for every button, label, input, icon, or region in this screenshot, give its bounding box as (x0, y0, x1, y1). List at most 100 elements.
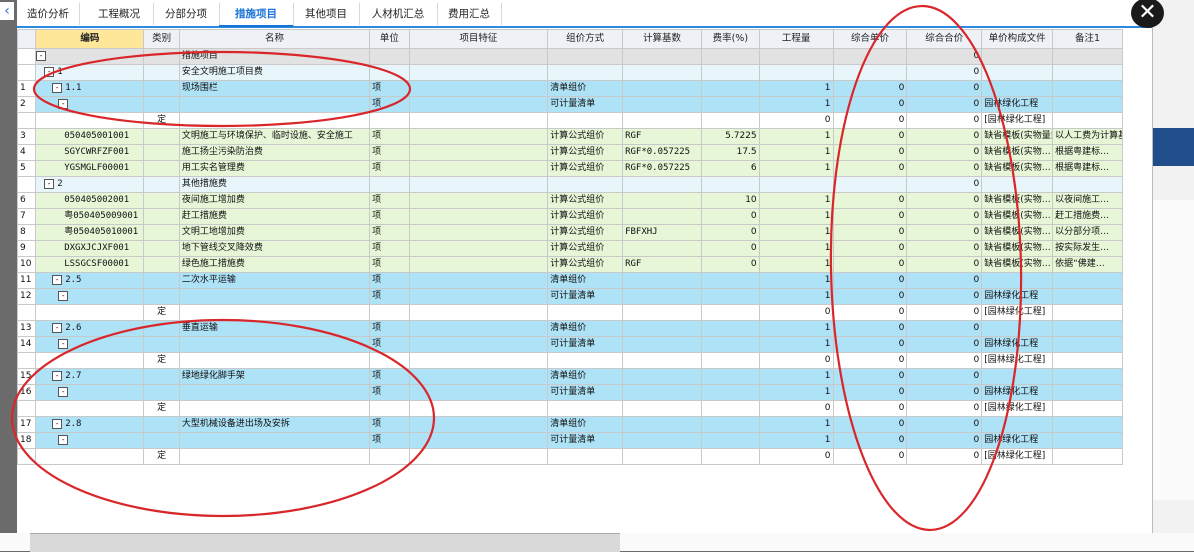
cell-qty[interactable]: 1 (758, 144, 834, 161)
table-row[interactable]: 18- 项可计量清单 1 0 0 园林绿化工程 (16, 432, 1123, 449)
cell-file[interactable]: 缺省模板(实物量或计算公式组价) (981, 128, 1054, 145)
cell-file[interactable]: 园林绿化工程 (981, 336, 1054, 353)
cell-method[interactable] (547, 48, 624, 65)
cell-uprice[interactable]: 0 (832, 304, 908, 321)
cell-qty[interactable]: 0 (758, 112, 834, 129)
cell-total[interactable]: 0 (906, 176, 983, 193)
cell-total[interactable]: 0 (906, 160, 983, 177)
cell-method[interactable]: 计算公式组价 (547, 224, 624, 241)
cell-qty[interactable]: 0 (758, 448, 834, 465)
cell-total[interactable]: 0 (906, 384, 983, 401)
cell-qty[interactable]: 1 (758, 384, 834, 401)
tab-5[interactable]: 人材机汇总 (359, 3, 438, 25)
cell-rate[interactable]: 10 (700, 192, 760, 209)
cell-rate[interactable] (700, 384, 760, 401)
table-row[interactable]: 14- 项可计量清单 1 0 0 园林绿化工程 (16, 336, 1123, 353)
cell-unit[interactable]: 项 (369, 208, 410, 225)
cell-base[interactable] (622, 400, 702, 417)
cell-unit[interactable]: 项 (369, 272, 410, 289)
table-row[interactable]: 8 粤050405010001 文明工地增加费项计算公式组价 FBFXHJ 0 1 0 0 缺省… (16, 224, 1123, 241)
cell-rate[interactable] (700, 80, 760, 97)
cell-total[interactable]: 0 (906, 336, 983, 353)
cell-code[interactable]: 050405002001 (35, 192, 145, 209)
cell-cat[interactable] (143, 128, 180, 145)
tab-3[interactable]: 措施项目 (219, 3, 294, 27)
cell-code[interactable]: YGSMGLF00001 (35, 160, 145, 177)
cell-uprice[interactable]: 0 (832, 416, 908, 433)
cell-rate[interactable]: 0 (700, 256, 760, 273)
collapse-toggle-icon[interactable]: - (52, 274, 63, 285)
cell-name[interactable] (178, 400, 371, 417)
cell-uprice[interactable]: 0 (832, 80, 908, 97)
cell-qty[interactable]: 1 (758, 80, 834, 97)
cell-uprice[interactable]: 0 (832, 240, 908, 257)
table-row[interactable]: 定 0 0 0 [园林绿化工程] (16, 400, 1123, 417)
cell-feat[interactable] (408, 368, 549, 385)
cell-uprice[interactable]: 0 (832, 160, 908, 177)
cell-unit[interactable]: 项 (369, 432, 410, 449)
cell-method[interactable] (547, 64, 624, 81)
cell-qty[interactable]: 1 (758, 208, 834, 225)
cell-qty[interactable]: 1 (758, 160, 834, 177)
cell-qty[interactable]: 1 (758, 368, 834, 385)
cell-note[interactable] (1052, 48, 1123, 65)
cell-qty[interactable]: 0 (758, 304, 834, 321)
col-header[interactable]: 计算基数 (622, 29, 702, 49)
cell-total[interactable]: 0 (906, 224, 983, 241)
cell-cat[interactable] (143, 208, 180, 225)
chevron-left-icon[interactable]: ‹ (0, 2, 14, 20)
table-row[interactable]: 9 DXGXJCJXF001 地下管线交叉降效费项计算公式组价 0 1 0 0 缺省模板(实物… (16, 240, 1123, 257)
cell-uprice[interactable]: 0 (832, 144, 908, 161)
cell-code[interactable]: - (35, 288, 145, 305)
cell-note[interactable] (1052, 112, 1123, 129)
cell-base[interactable]: RGF (622, 128, 702, 145)
col-header[interactable]: 项目特征 (408, 29, 549, 49)
table-row[interactable]: 10 LSSGCSF00001 绿色施工措施费项计算公式组价 RGF 0 1 0 0 缺省模板(… (16, 256, 1123, 273)
cell-feat[interactable] (408, 320, 549, 337)
cell-method[interactable]: 清单组价 (547, 416, 624, 433)
cell-unit[interactable] (369, 48, 410, 65)
cell-cat[interactable] (143, 96, 180, 113)
cell-rate[interactable] (700, 112, 760, 129)
cell-method[interactable]: 清单组价 (547, 272, 624, 289)
cell-unit[interactable]: 项 (369, 256, 410, 273)
cell-file[interactable]: [园林绿化工程] (981, 400, 1054, 417)
col-header[interactable]: 费率(%) (700, 29, 760, 49)
cell-note[interactable] (1052, 320, 1123, 337)
cell-cat[interactable] (143, 320, 180, 337)
cell-rate[interactable]: 17.5 (700, 144, 760, 161)
cell-total[interactable]: 0 (906, 304, 983, 321)
cell-name[interactable]: 夜间施工增加费 (178, 192, 371, 209)
cell-feat[interactable] (408, 448, 549, 465)
cell-cat[interactable] (143, 336, 180, 353)
cell-uprice[interactable]: 0 (832, 112, 908, 129)
cell-note[interactable] (1052, 272, 1123, 289)
cell-name[interactable]: 绿色施工措施费 (178, 256, 371, 273)
cell-name[interactable]: 垂直运输 (178, 320, 371, 337)
cell-base[interactable] (622, 208, 702, 225)
cell-qty[interactable] (758, 176, 834, 193)
cell-base[interactable] (622, 352, 702, 369)
cell-rate[interactable] (700, 64, 760, 81)
cell-name[interactable]: 大型机械设备进出场及安拆 (178, 416, 371, 433)
cell-qty[interactable]: 1 (758, 288, 834, 305)
cell-code[interactable]: 粤050405010001 (35, 224, 145, 241)
cell-qty[interactable]: 1 (758, 128, 834, 145)
cell-feat[interactable] (408, 400, 549, 417)
cell-qty[interactable]: 1 (758, 336, 834, 353)
cell-note[interactable] (1052, 432, 1123, 449)
cell-unit[interactable]: 项 (369, 144, 410, 161)
collapse-toggle-icon[interactable]: - (44, 66, 55, 77)
cell-uprice[interactable]: 0 (832, 224, 908, 241)
table-row[interactable]: 12- 项可计量清单 1 0 0 园林绿化工程 (16, 288, 1123, 305)
cell-file[interactable]: 园林绿化工程 (981, 432, 1054, 449)
cell-cat[interactable] (143, 192, 180, 209)
cell-cat[interactable] (143, 160, 180, 177)
cell-code[interactable]: -1.1 (35, 80, 145, 97)
tab-4[interactable]: 其他项目 (293, 3, 360, 25)
cell-base[interactable] (622, 304, 702, 321)
cell-cat[interactable]: 定 (143, 112, 180, 129)
cell-uprice[interactable]: 0 (832, 448, 908, 465)
cell-file[interactable] (981, 176, 1054, 193)
cell-base[interactable] (622, 192, 702, 209)
